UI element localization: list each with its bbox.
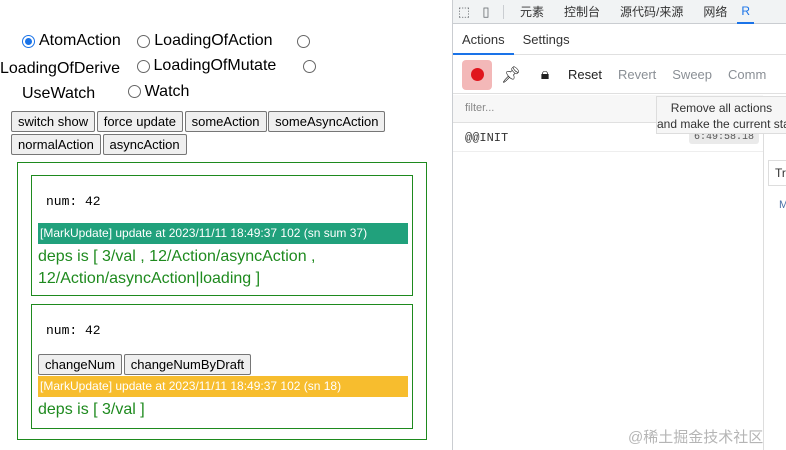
tab-console[interactable]: 控制台 [554,3,610,20]
button-row-1: switch show force update someAction some… [11,111,451,132]
radio-use-watch-label[interactable]: UseWatch [22,83,95,106]
some-async-action-button[interactable]: someAsyncAction [268,111,386,132]
tab-settings[interactable]: Settings [514,25,579,55]
mode-radio-group: AtomAction LoadingOfAction LoadingOfDeri… [0,30,447,106]
button-row-2: normalAction asyncAction [11,134,451,155]
change-num-by-draft-button[interactable]: changeNumByDraft [123,354,252,375]
mark-update-banner: [MarkUpdate] update at 2023/11/11 18:49:… [38,376,408,397]
change-buttons: changeNum changeNumByDraft [38,354,252,375]
redux-tab-bar: Actions Settings [453,25,786,55]
tab-elements[interactable]: 元素 [510,3,554,20]
divider [503,4,504,19]
async-action-button[interactable]: asyncAction [102,134,187,155]
lock-icon[interactable]: 🔒︎ [530,66,560,84]
tooltip-line: Remove all actions [670,101,773,115]
tab-actions[interactable]: Actions [453,25,514,55]
radio-dot-icon [302,60,316,73]
radio-dot-icon [136,60,150,73]
radio-dot-icon [22,34,35,48]
force-update-button[interactable]: force update [96,111,183,132]
radio-use-watch[interactable] [302,60,320,73]
redux-toolbar: 📌︎ 🔒︎ Reset Revert Sweep Comm [453,56,786,94]
deps-text: deps is [ 3/val , 12/Action/asyncAction … [38,248,316,287]
tab-sources[interactable]: 源代码/来源 [610,3,693,20]
sweep-button[interactable]: Sweep [664,67,720,82]
watermark: @稀土掘金技术社区 [628,429,764,446]
device-toolbar-icon[interactable]: ▯ [475,4,497,20]
inspect-element-icon[interactable]: ⬚ [453,4,475,20]
radio-dot-icon [127,85,141,99]
some-action-button[interactable]: someAction [184,111,267,132]
radio-loading-of-action[interactable]: LoadingOfAction [137,30,273,53]
tooltip-line: and make the current sta [657,117,786,131]
revert-button[interactable]: Revert [610,67,664,82]
reset-button[interactable]: Reset [560,67,610,82]
demo-container: num: 42 [MarkUpdate] update at 2023/11/1… [17,162,427,440]
record-icon [470,68,484,81]
devtools-panel: ⬚ ▯ 元素 控制台 源代码/来源 网络 R Actions Settings … [452,0,786,450]
radio-watch[interactable]: Watch [127,81,189,104]
normal-action-button[interactable]: normalAction [11,134,101,155]
devtools-tab-bar: ⬚ ▯ 元素 控制台 源代码/来源 网络 R [453,0,786,24]
tab-tree[interactable]: Tr [768,160,786,186]
tab-redux[interactable]: R [737,0,755,24]
num-value: num: 42 [46,323,101,338]
reset-tooltip: Remove all actions and make the current … [656,96,786,134]
pin-icon[interactable]: 📌︎ [492,65,530,85]
tab-network[interactable]: 网络 [693,3,737,20]
num-value: num: 42 [46,194,101,209]
radio-loading-of-derive-label[interactable]: LoadingOfDerive [0,58,120,81]
radio-loading-of-derive[interactable] [297,34,314,48]
mark-update-banner: [MarkUpdate] update at 2023/11/11 18:49:… [38,223,408,244]
action-name: @@INIT [465,131,509,145]
radio-atom-action[interactable]: AtomAction [22,30,121,53]
component-box-1: num: 42 [MarkUpdate] update at 2023/11/1… [31,175,413,296]
deps-text: deps is [ 3/val ] [38,401,145,418]
component-box-2: num: 42 changeNum changeNumByDraft [Mark… [31,304,413,429]
radio-loading-of-mutate[interactable]: LoadingOfMutate [136,55,276,78]
change-num-button[interactable]: changeNum [38,354,123,375]
record-button[interactable] [462,59,492,90]
radio-dot-icon [137,34,151,48]
inspector-text: M [779,199,786,211]
commit-button[interactable]: Comm [720,67,774,82]
demo-page: AtomAction LoadingOfAction LoadingOfDeri… [0,0,452,450]
inspector-pane: Tr M [763,124,786,450]
switch-show-button[interactable]: switch show [11,111,96,132]
radio-dot-icon [297,34,311,48]
